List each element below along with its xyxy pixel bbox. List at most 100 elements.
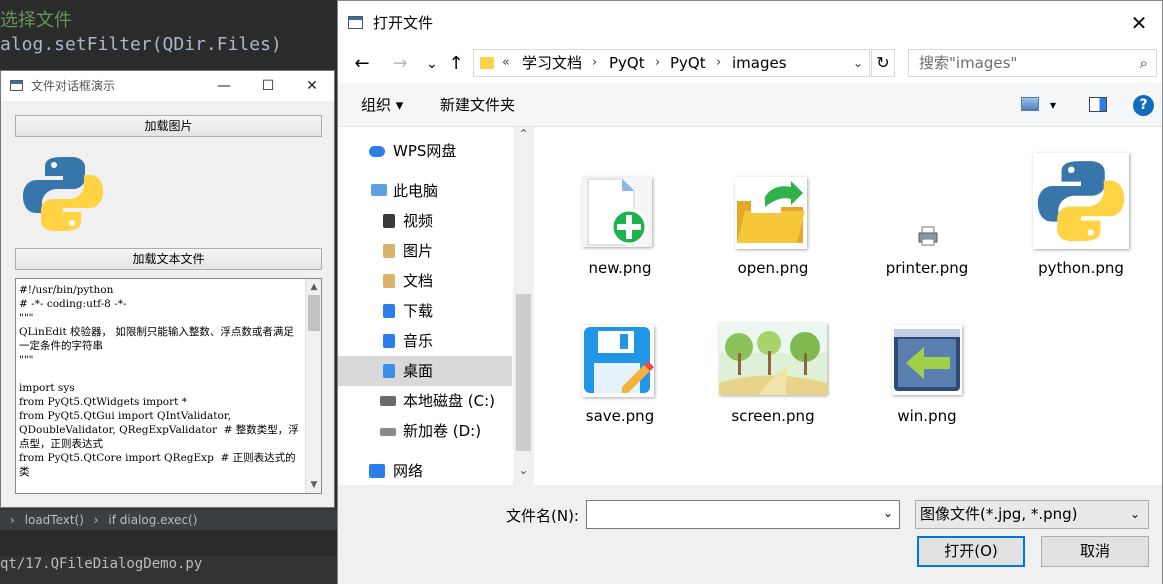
file-name: python.png	[1038, 259, 1124, 277]
filename-label: 文件名(N):	[506, 507, 579, 525]
load-text-button[interactable]: 加载文本文件	[15, 248, 322, 270]
breadcrumb-sep: ›	[10, 513, 15, 527]
search-placeholder: 搜索"images"	[919, 54, 1018, 72]
navigation-pane: WPS网盘 此电脑 视频 图片 文档 下载 音乐 桌面 本地磁盘 (C:) 新加…	[338, 127, 534, 485]
ide-file-path: qt/17.QFileDialogDemo.py	[0, 556, 203, 572]
cloud-icon	[369, 146, 385, 157]
breadcrumb-item[interactable]: if dialog.exec()	[108, 513, 197, 527]
ide-breadcrumb: › loadText() › if dialog.exec()	[0, 510, 340, 530]
help-icon[interactable]: ?	[1133, 95, 1154, 116]
address-segment[interactable]: PyQt	[609, 50, 645, 76]
file-name: screen.png	[731, 407, 815, 425]
dialog-close-button[interactable]: ✕	[1116, 1, 1162, 45]
filename-input[interactable]: ⌄	[586, 500, 900, 529]
sidebar-item-videos[interactable]: 视频	[338, 206, 512, 236]
navigation-scrollbar[interactable]: ⌃ ⌄	[513, 127, 534, 485]
cancel-button[interactable]: 取消	[1041, 536, 1149, 567]
file-item[interactable]: printer.png	[867, 167, 987, 277]
sidebar-item-downloads[interactable]: 下载	[338, 296, 512, 326]
sidebar-item-documents[interactable]: 文档	[338, 266, 512, 296]
chevron-down-icon[interactable]: ⌄	[1130, 501, 1140, 528]
address-segment[interactable]: 学习文档	[522, 50, 582, 76]
organize-menu[interactable]: 组织 ▾	[361, 83, 403, 127]
app-window-icon	[10, 80, 23, 91]
sidebar-item-label: 此电脑	[393, 182, 439, 200]
back-arrow-icon[interactable]: ←	[350, 53, 374, 75]
chevron-down-icon[interactable]: ⌄	[883, 506, 893, 520]
file-item[interactable]: win.png	[867, 315, 987, 425]
file-name: new.png	[588, 259, 652, 277]
sidebar-item-music[interactable]: 音乐	[338, 326, 512, 356]
address-bar[interactable]: « 学习文档 › PyQt › PyQt › images ⌄	[473, 49, 870, 77]
close-button[interactable]: ✕	[290, 71, 334, 101]
sidebar-item-label: 新加卷 (D:)	[403, 422, 482, 440]
file-type-value: 图像文件(*.jpg, *.png)	[920, 505, 1078, 523]
text-scrollbar[interactable]: ▲ ▼	[305, 279, 321, 493]
file-item[interactable]: new.png	[560, 167, 680, 277]
preview-pane-icon[interactable]	[1089, 97, 1107, 112]
printer-icon	[917, 225, 939, 247]
sidebar-item-label: 视频	[403, 212, 434, 230]
address-segment[interactable]: PyQt	[670, 50, 706, 76]
forward-arrow-icon[interactable]: →	[388, 53, 412, 75]
view-mode-icon[interactable]	[1021, 97, 1039, 111]
sidebar-item-wps[interactable]: WPS网盘	[338, 136, 512, 166]
network-icon	[369, 464, 385, 478]
sidebar-item-drive-c[interactable]: 本地磁盘 (C:)	[338, 386, 512, 416]
demo-window: 文件对话框演示 — ☐ ✕ 加载图片 加载文本文件 #!/usr/bin/pyt…	[0, 70, 335, 508]
scroll-down-icon[interactable]: ▼	[306, 477, 321, 493]
sidebar-item-network[interactable]: 网络	[338, 456, 512, 486]
scroll-thumb[interactable]	[516, 294, 531, 451]
maximize-button[interactable]: ☐	[246, 71, 290, 101]
file-type-select[interactable]: 图像文件(*.jpg, *.png) ⌄	[915, 500, 1149, 529]
text-display-area[interactable]: #!/usr/bin/python # -*- coding:utf-8 -*-…	[15, 278, 322, 494]
sidebar-item-this-pc[interactable]: 此电脑	[338, 176, 512, 206]
file-item[interactable]: screen.png	[713, 315, 833, 425]
scroll-up-icon[interactable]: ⌃	[513, 127, 534, 145]
sidebar-item-label: 图片	[403, 242, 434, 260]
up-arrow-icon[interactable]: ↑	[444, 53, 468, 75]
refresh-icon[interactable]: ↻	[871, 49, 895, 77]
recent-locations-icon[interactable]: ⌄	[420, 53, 444, 75]
ide-strip	[0, 530, 340, 556]
scroll-up-icon[interactable]: ▲	[306, 279, 321, 295]
file-name: save.png	[585, 407, 655, 425]
demo-window-title: 文件对话框演示	[31, 79, 116, 93]
file-name: printer.png	[885, 259, 969, 277]
address-dropdown-icon[interactable]: ⌄	[853, 50, 863, 76]
python-logo-icon	[1033, 153, 1129, 249]
drive-c-icon	[380, 396, 396, 406]
address-separator[interactable]: ›	[592, 50, 597, 76]
new-folder-button[interactable]: 新建文件夹	[440, 83, 515, 127]
breadcrumb-item[interactable]: loadText()	[25, 513, 84, 527]
sidebar-item-drive-d[interactable]: 新加卷 (D:)	[338, 416, 512, 446]
address-segment[interactable]: images	[732, 50, 787, 76]
view-dropdown-icon[interactable]: ▾	[1050, 83, 1056, 127]
file-item[interactable]: open.png	[713, 167, 833, 277]
breadcrumb-sep: ›	[93, 513, 99, 527]
sidebar-item-desktop[interactable]: 桌面	[338, 356, 512, 386]
file-item[interactable]: python.png	[1021, 153, 1141, 277]
navigation-bar: ← → ⌄ ↑ « 学习文档 › PyQt › PyQt › images ⌄ …	[338, 45, 1162, 83]
landscape-icon	[719, 323, 827, 395]
scroll-down-icon[interactable]: ⌄	[513, 463, 534, 481]
minimize-button[interactable]: —	[202, 71, 246, 101]
computer-icon	[371, 184, 387, 196]
app-window-icon	[348, 16, 363, 29]
sidebar-item-label: 文档	[403, 272, 434, 290]
address-prefix[interactable]: «	[502, 50, 510, 76]
load-image-button[interactable]: 加载图片	[15, 115, 322, 137]
sidebar-item-pictures[interactable]: 图片	[338, 236, 512, 266]
address-separator[interactable]: ›	[716, 50, 721, 76]
file-name: win.png	[897, 407, 957, 425]
search-icon[interactable]: ⌕	[1140, 50, 1148, 76]
scroll-thumb[interactable]	[308, 295, 320, 331]
file-list: new.png open.png printer.png python.png …	[535, 127, 1162, 485]
open-file-dialog: 打开文件 ✕ ← → ⌄ ↑ « 学习文档 › PyQt › PyQt › im…	[337, 0, 1163, 584]
desktop-folder-icon	[383, 364, 395, 378]
file-item[interactable]: save.png	[560, 315, 680, 425]
open-button[interactable]: 打开(O)	[917, 536, 1025, 567]
address-separator[interactable]: ›	[655, 50, 660, 76]
search-input[interactable]: 搜索"images" ⌕	[908, 49, 1157, 77]
python-logo-icon	[23, 155, 103, 233]
